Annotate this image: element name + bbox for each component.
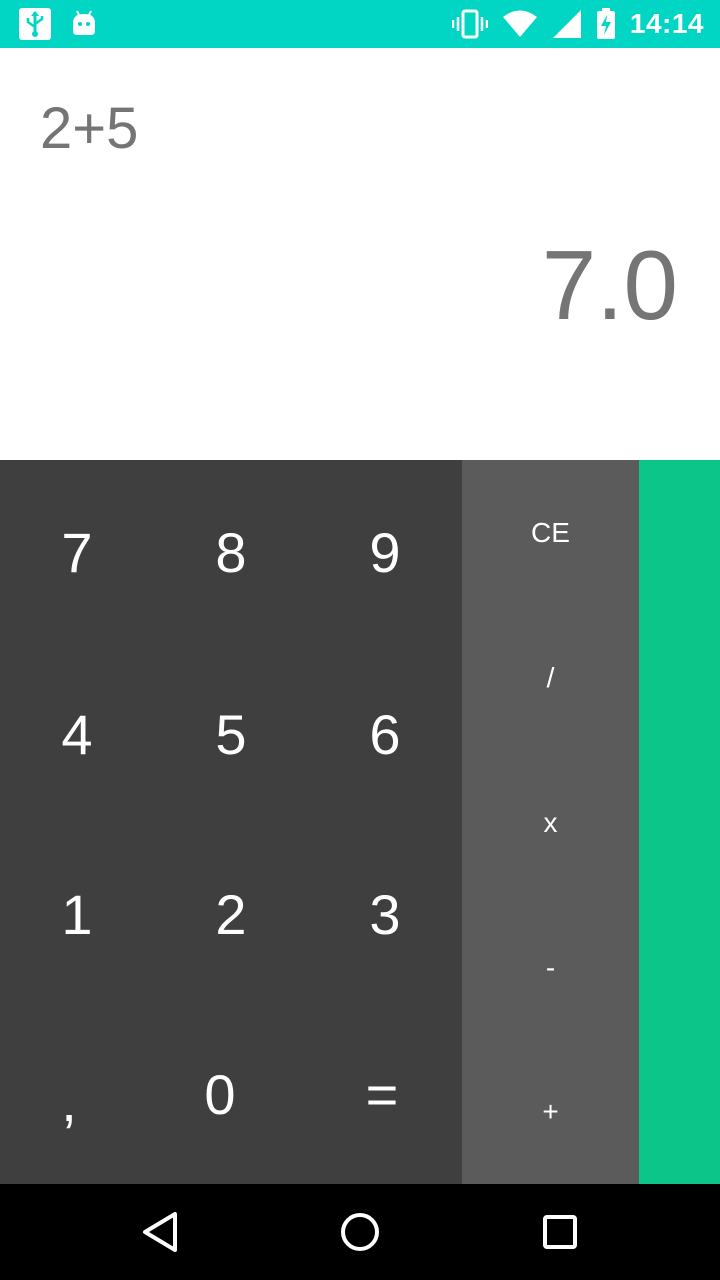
vibrate-icon <box>451 9 488 39</box>
calculator-display: 2+5 7.0 <box>0 48 720 460</box>
back-icon[interactable] <box>136 1208 184 1256</box>
key-5[interactable]: 5 <box>154 645 308 825</box>
android-debug-icon <box>70 9 98 39</box>
battery-charging-icon <box>596 8 616 40</box>
home-icon[interactable] <box>336 1208 384 1256</box>
key-2[interactable]: 2 <box>154 825 308 1005</box>
key-1[interactable]: 1 <box>0 825 154 1005</box>
multiply-key[interactable]: x <box>462 750 639 895</box>
clear-key[interactable]: CE <box>462 460 639 605</box>
add-key[interactable]: + <box>462 1040 639 1184</box>
digit-pad: 7 8 9 4 5 6 1 2 3 , 0 = <box>0 460 462 1184</box>
status-bar: 14:14 <box>0 0 720 48</box>
key-7[interactable]: 7 <box>0 460 154 645</box>
navigation-bar <box>0 1184 720 1280</box>
subtract-key[interactable]: - <box>462 895 639 1040</box>
expression-text: 2+5 <box>40 96 139 161</box>
divide-key[interactable]: / <box>462 605 639 750</box>
status-right-icons: 14:14 <box>451 0 704 48</box>
usb-icon <box>18 7 52 41</box>
result-text: 7.0 <box>541 230 678 340</box>
wifi-icon <box>502 10 538 38</box>
key-0[interactable]: 0 <box>138 1005 302 1184</box>
comma-key[interactable]: , <box>0 1005 138 1184</box>
key-8[interactable]: 8 <box>154 460 308 645</box>
status-time: 14:14 <box>629 8 704 39</box>
recents-icon[interactable] <box>536 1208 584 1256</box>
key-9[interactable]: 9 <box>308 460 462 645</box>
operator-pad: CE / x - + <box>462 460 639 1184</box>
key-4[interactable]: 4 <box>0 645 154 825</box>
key-3[interactable]: 3 <box>308 825 462 1005</box>
advanced-panel-handle[interactable] <box>639 460 720 1184</box>
key-6[interactable]: 6 <box>308 645 462 825</box>
status-left-icons <box>18 6 98 42</box>
keypad: 7 8 9 4 5 6 1 2 3 , 0 = CE / x - + <box>0 460 720 1184</box>
cell-signal-icon <box>552 9 582 39</box>
equals-key[interactable]: = <box>302 1005 462 1184</box>
